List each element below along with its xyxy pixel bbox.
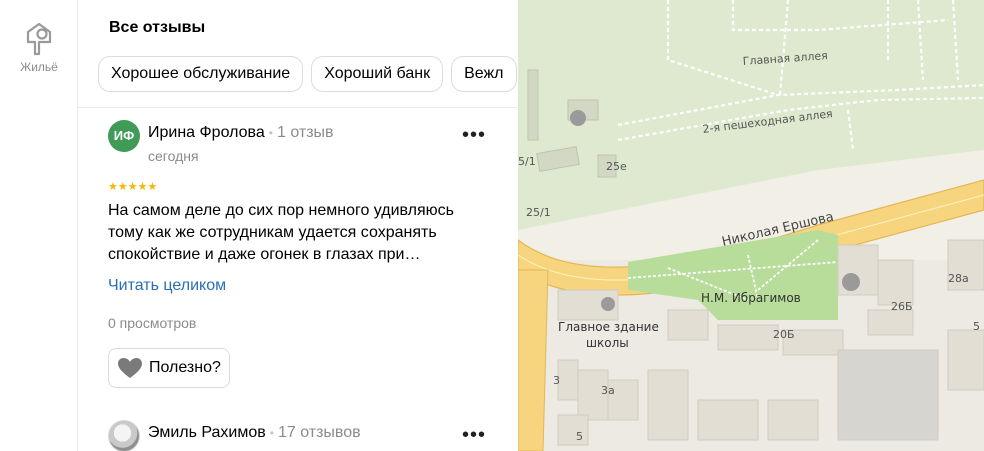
home-icon (26, 22, 52, 56)
map-label-square: Н.М. Ибрагимов (701, 291, 801, 305)
map-label-building: 5 (973, 320, 980, 333)
map-canvas[interactable]: Главная аллея 2-я пешеходная аллея Никол… (518, 0, 984, 451)
author-review-count: 17 отзывов (277, 424, 361, 441)
more-options-icon[interactable]: ••• (460, 425, 488, 450)
map-label-building: 20Б (773, 328, 795, 341)
avatar[interactable]: ИФ (108, 120, 140, 152)
chip-good-service[interactable]: Хорошее обслуживание (98, 56, 304, 92)
map-label-school-2: школы (586, 336, 629, 350)
reviews-panel: Все отзывы Хорошее обслуживание Хороший б… (78, 0, 518, 451)
section-title: Все отзывы (109, 19, 206, 36)
author-review-count: 1 отзыв (276, 124, 334, 141)
author-line: Ирина Фролова • 1 отзыв (148, 124, 334, 142)
author-name[interactable]: Ирина Фролова (148, 124, 265, 141)
map-label-building: 25е (606, 160, 627, 173)
heart-icon (118, 358, 142, 378)
author-separator: • (269, 426, 274, 440)
map-label-building: 5/1 (518, 155, 536, 168)
read-more-link[interactable]: Читать целиком (108, 277, 226, 295)
rail-item-housing[interactable]: Жильё (0, 20, 78, 74)
map-label-building: 26Б (891, 300, 913, 313)
avatar[interactable] (108, 420, 140, 451)
filter-chips: Хорошее обслуживание Хороший банк Вежл (98, 56, 518, 94)
map-label-building: 3 (553, 374, 560, 387)
divider (78, 107, 518, 108)
left-rail: Жильё (0, 0, 78, 451)
more-options-icon[interactable]: ••• (460, 125, 488, 150)
review-text: На самом деле до сих пор немного удивляю… (108, 202, 454, 263)
rail-item-label: Жильё (20, 60, 58, 74)
useful-button[interactable]: Полезно? (108, 348, 230, 388)
side-road (518, 269, 549, 451)
map-label-building: 25/1 (526, 206, 551, 219)
author-line: Эмиль Рахимов • 17 отзывов (148, 424, 361, 442)
views-count: 0 просмотров (108, 315, 197, 331)
useful-label: Полезно? (149, 359, 221, 376)
chip-polite[interactable]: Вежл (451, 56, 517, 92)
author-name[interactable]: Эмиль Рахимов (148, 424, 266, 441)
chip-good-bank[interactable]: Хороший банк (311, 56, 444, 92)
author-separator: • (268, 126, 273, 140)
map-view[interactable]: Главная аллея 2-я пешеходная аллея Никол… (518, 0, 984, 451)
map-label-school: Главное здание (558, 320, 659, 334)
map-label-building: 28а (948, 272, 969, 285)
rating-stars: ★★★★★ (108, 181, 158, 193)
map-label-building: 5 (576, 430, 583, 443)
review-date: сегодня (148, 148, 199, 164)
map-label-building: 3а (601, 384, 615, 397)
